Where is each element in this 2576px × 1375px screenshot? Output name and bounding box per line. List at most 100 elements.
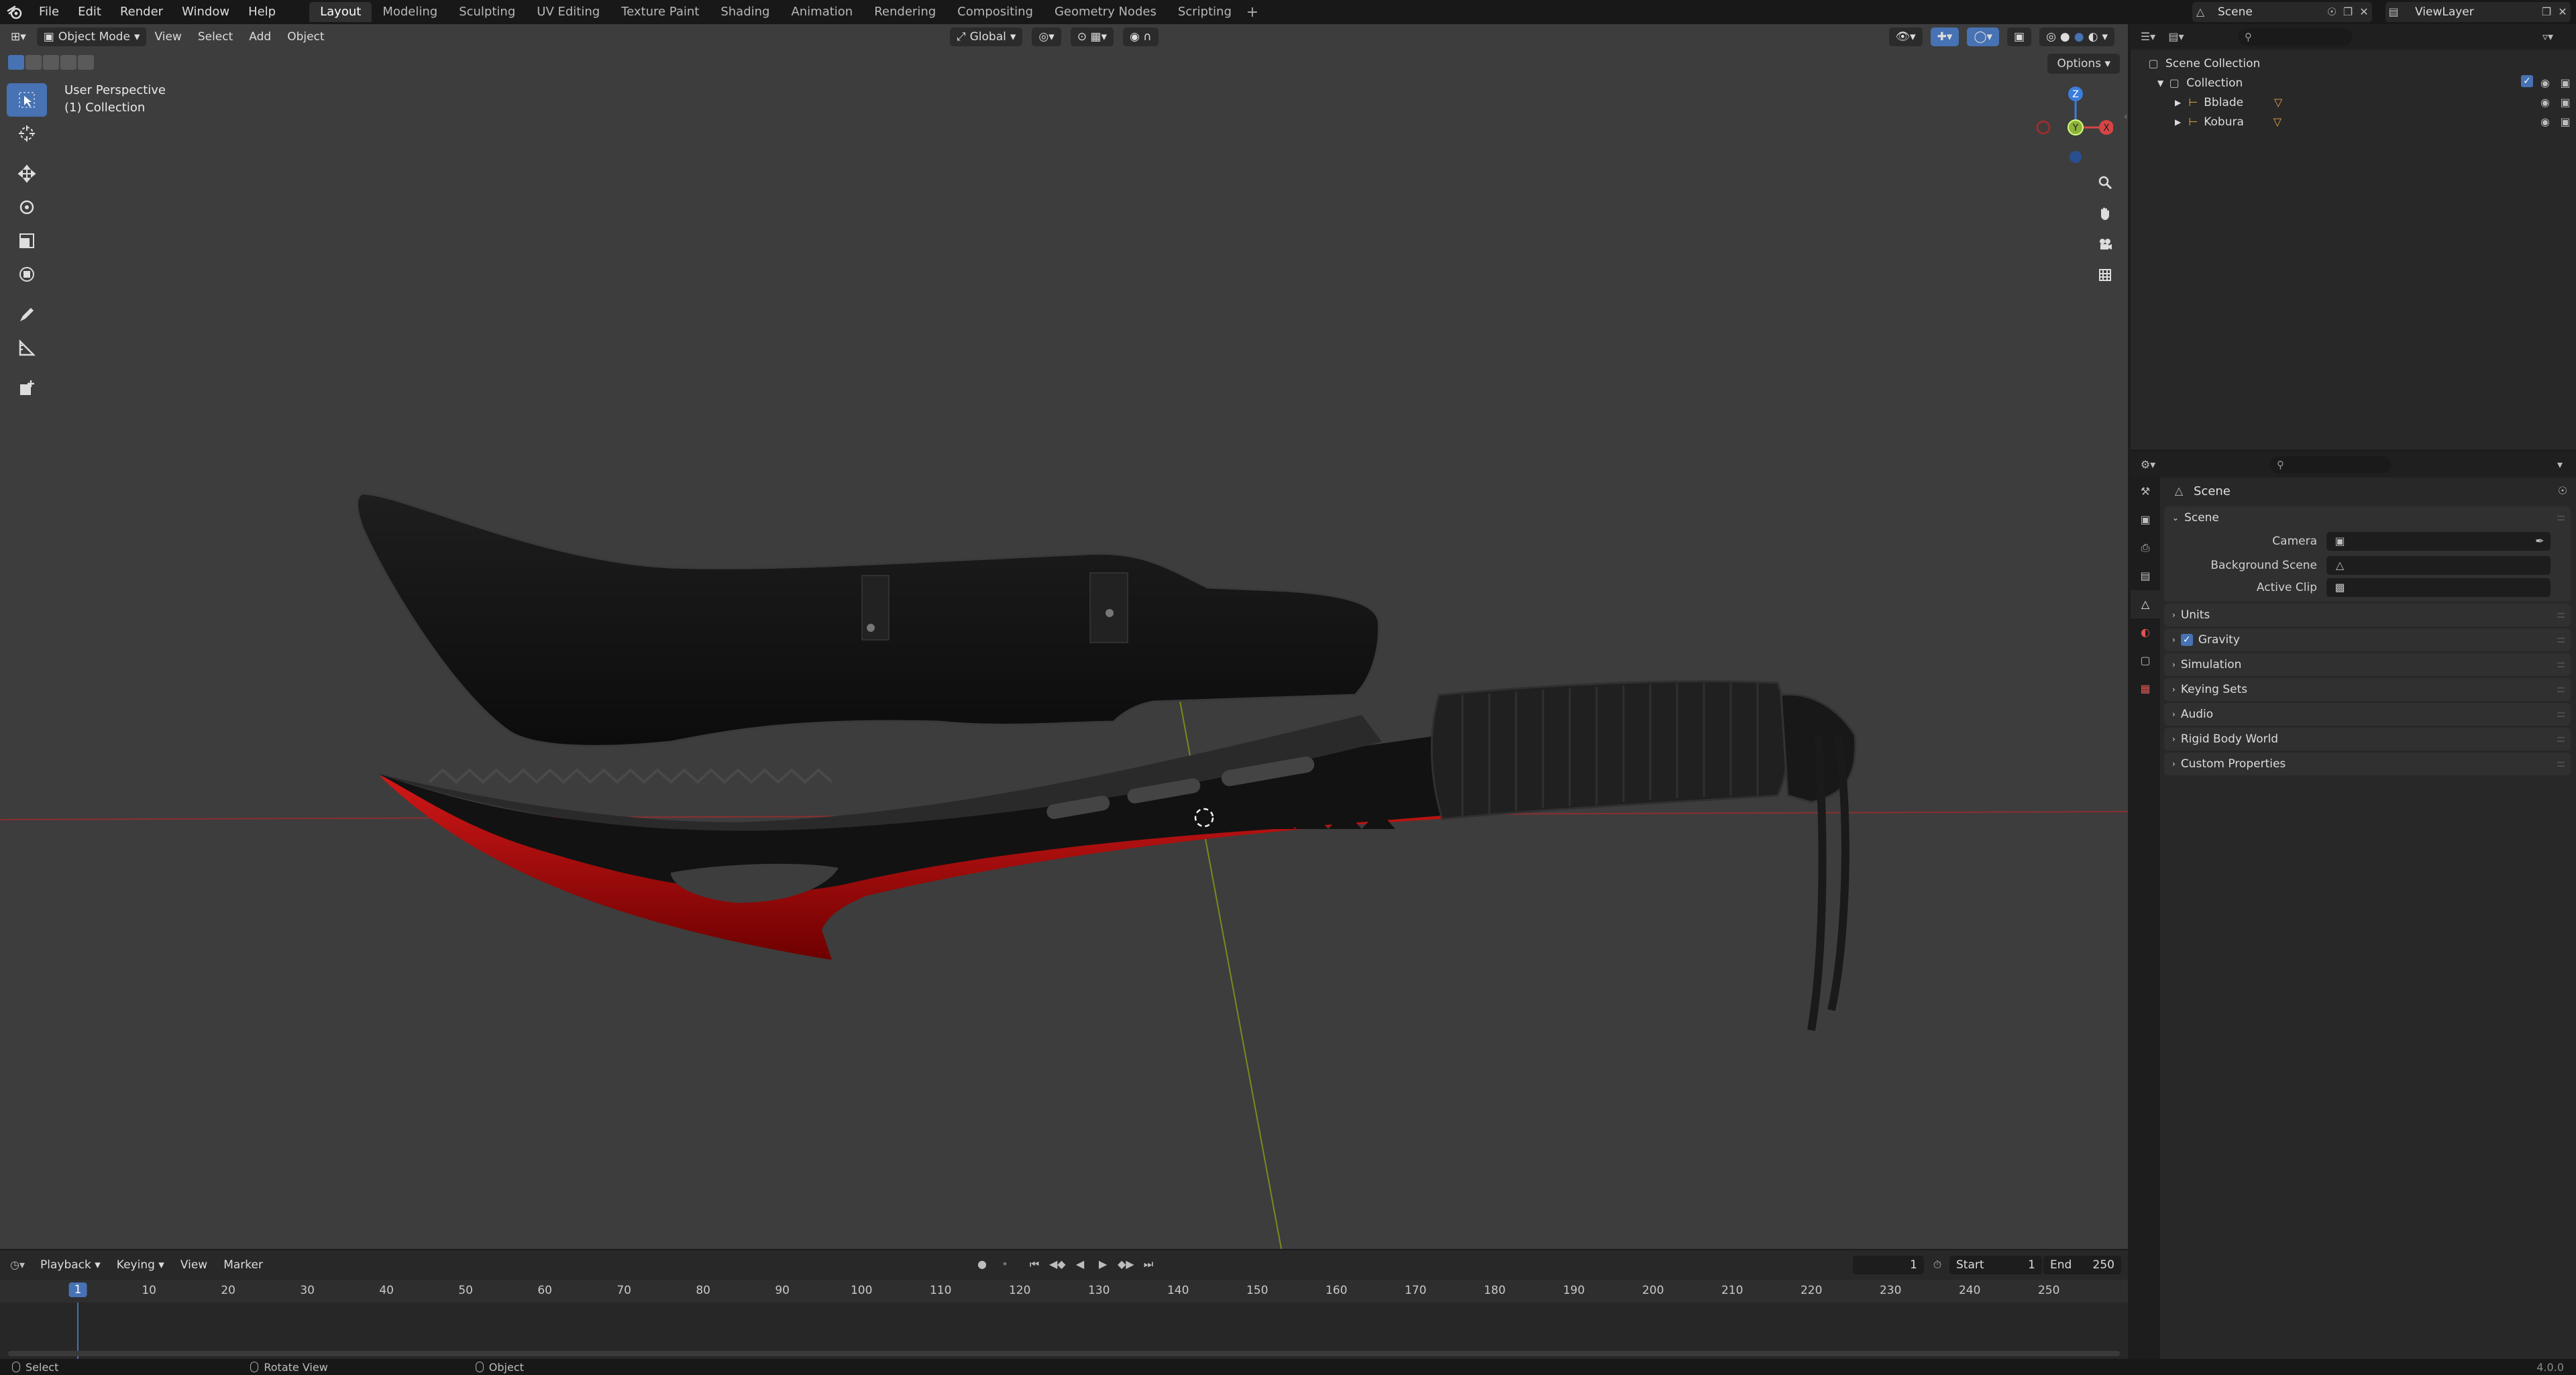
menu-render[interactable]: Render [111,0,172,24]
gravity-checkbox[interactable]: ✓ [2180,634,2193,646]
rendered-shading-icon[interactable]: ◐ [2088,30,2098,44]
scene-tab-icon[interactable]: △ [2131,590,2160,618]
options-dropdown[interactable]: Options ▾ [2047,54,2120,74]
output-tab-icon[interactable]: ⎙ [2131,534,2160,562]
wireframe-shading-icon[interactable]: ◎ [2046,30,2056,44]
pan-view-icon[interactable] [2092,200,2118,227]
tab-texture-paint[interactable]: Texture Paint [610,2,710,22]
copy-scene-icon[interactable]: ❐ [2340,4,2356,20]
camera-view-icon[interactable] [2092,231,2118,258]
render-tab-icon[interactable]: ▣ [2131,506,2160,534]
editor-type-icon[interactable]: ◷▾ [9,1257,25,1273]
gravity-panel[interactable]: › ✓ Gravity:::: [2164,628,2571,651]
menu-select[interactable]: Select [190,28,241,46]
blender-logo-icon[interactable] [0,0,30,24]
scene-section-header[interactable]: ⌄ Scene :::: [2164,506,2571,529]
auto-keying-options-icon[interactable]: • [997,1256,1013,1272]
mesh-data-icon[interactable]: ▽ [2270,95,2286,111]
tool-tab-icon[interactable]: ⚒ [2131,478,2160,506]
select-intersect-icon[interactable] [78,55,94,70]
texture-tab-icon[interactable]: ▦ [2131,675,2160,703]
outliner-collection[interactable]: ▼ ▢ Collection ✓ ◉ ▣ [2131,73,2576,93]
measure-tool[interactable] [7,331,47,365]
tab-layout[interactable]: Layout [309,2,372,22]
menu-file[interactable]: File [30,0,68,24]
sidebar-toggle-icon[interactable]: ‹ [2124,111,2128,125]
render-camera-icon[interactable]: ▣ [2557,75,2573,91]
tab-rendering[interactable]: Rendering [863,2,947,22]
expand-arrow-icon[interactable]: ▼ [2157,78,2163,88]
menu-object[interactable]: Object [279,28,332,46]
playback-menu[interactable]: Playback ▾ [32,1256,109,1274]
tab-compositing[interactable]: Compositing [947,2,1044,22]
delete-layer-icon[interactable]: ✕ [2555,4,2571,20]
copy-layer-icon[interactable]: ❐ [2538,4,2555,20]
menu-edit[interactable]: Edit [68,0,111,24]
drag-handle-icon[interactable]: :::: [2557,659,2565,670]
play-reverse-icon[interactable]: ◀ [1072,1256,1088,1272]
add-workspace-icon[interactable]: + [1242,4,1263,21]
delete-scene-icon[interactable]: ✕ [2356,4,2372,20]
simulation-panel[interactable]: › Simulation:::: [2164,653,2571,676]
overlay-toggle[interactable]: ◯▾ [1967,28,2000,46]
select-invert-icon[interactable] [60,55,76,70]
tab-modeling[interactable]: Modeling [372,2,448,22]
chevron-down-icon[interactable]: ▾ [2102,30,2108,44]
render-camera-icon[interactable]: ▣ [2557,114,2573,130]
select-extend-icon[interactable] [25,55,42,70]
3d-viewport[interactable]: ⊞▾ ▣ Object Mode ▾ View Select Add Objec… [0,24,2128,1249]
filter-icon[interactable]: ▿▾ [2540,29,2556,45]
select-box-tool[interactable] [7,83,47,117]
timeline-scrollbar[interactable] [8,1351,2120,1356]
add-cube-tool[interactable] [7,372,47,405]
editor-type-icon[interactable]: ☰▾ [2140,29,2156,45]
drag-handle-icon[interactable]: :::: [2557,759,2565,769]
tab-sculpting[interactable]: Sculpting [448,2,526,22]
editor-type-icon[interactable]: ⊞▾ [4,28,33,46]
collection-tab-icon[interactable]: ▢ [2131,647,2160,675]
mode-dropdown[interactable]: ▣ Object Mode ▾ [36,28,147,46]
display-mode-icon[interactable]: ▤▾ [2168,29,2184,45]
menu-view[interactable]: View [146,28,189,46]
tab-scripting[interactable]: Scripting [1167,2,1242,22]
pin-icon[interactable]: ☉ [2324,4,2340,20]
units-panel[interactable]: › Units:::: [2164,604,2571,626]
gizmo-toggle[interactable]: ✚▾ [1930,28,1960,46]
active-clip-field[interactable]: ▩ [2326,578,2551,597]
menu-window[interactable]: Window [172,0,239,24]
editor-type-icon[interactable]: ⚙▾ [2140,457,2156,473]
select-subtract-icon[interactable] [43,55,59,70]
material-shading-icon[interactable]: ● [2074,30,2084,44]
render-camera-icon[interactable]: ▣ [2557,95,2573,111]
tab-geometry-nodes[interactable]: Geometry Nodes [1044,2,1167,22]
snap-toggle[interactable]: ⊙ ▦▾ [1070,28,1114,46]
stopwatch-icon[interactable]: ⏱ [1929,1257,1945,1273]
eye-icon[interactable]: ◉ [2537,95,2553,111]
expand-arrow-icon[interactable]: ▶ [2175,98,2181,107]
expand-arrow-icon[interactable]: ▶ [2175,117,2181,127]
scale-tool[interactable] [7,224,47,258]
playhead-frame-label[interactable]: 1 [68,1282,87,1297]
record-icon[interactable]: ● [974,1256,990,1272]
audio-panel[interactable]: › Audio:::: [2164,703,2571,726]
jump-end-icon[interactable]: ⏭ [1140,1256,1157,1272]
menu-add[interactable]: Add [241,28,279,46]
drag-handle-icon[interactable]: :::: [2557,635,2565,645]
zoom-view-icon[interactable] [2092,169,2118,196]
chevron-down-icon[interactable]: ▾ [2552,457,2568,473]
proportional-edit-toggle[interactable]: ◉ ∩ [1123,28,1159,46]
transform-tool[interactable] [7,258,47,291]
rotate-tool[interactable] [7,190,47,224]
keying-menu[interactable]: Keying ▾ [109,1256,172,1274]
view-layer-tab-icon[interactable]: ▤ [2131,562,2160,590]
current-frame-field[interactable]: 1 [1853,1256,1924,1274]
tab-animation[interactable]: Animation [780,2,863,22]
solid-shading-icon[interactable]: ● [2060,30,2070,44]
world-tab-icon[interactable]: ◐ [2131,618,2160,647]
next-keyframe-icon[interactable]: ◆▶ [1118,1256,1134,1272]
menu-help[interactable]: Help [239,0,285,24]
cursor-tool[interactable] [7,117,47,150]
start-frame-field[interactable]: Start 1 [1949,1256,2042,1274]
prev-keyframe-icon[interactable]: ◀◆ [1049,1256,1066,1272]
navigation-gizmo[interactable]: X Z Y [2033,83,2113,170]
